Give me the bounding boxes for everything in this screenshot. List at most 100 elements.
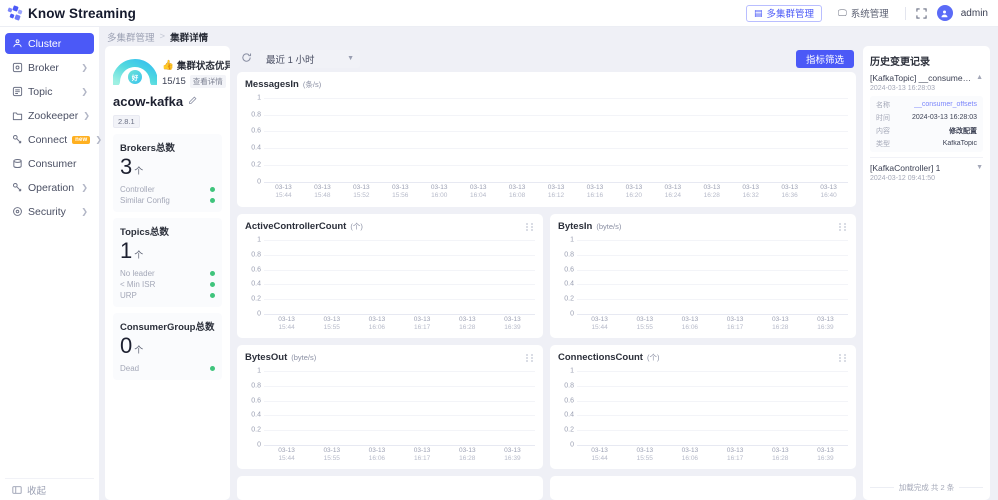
multi-cluster-button[interactable]: ▤ 多集群管理 bbox=[746, 4, 823, 22]
x-axis-tick: 03-13 15:55 bbox=[309, 316, 354, 332]
drag-handle-icon[interactable] bbox=[839, 353, 848, 362]
drag-handle-icon[interactable] bbox=[839, 222, 848, 231]
y-axis-tick: 0.6 bbox=[251, 127, 261, 135]
sidebar-item-operation[interactable]: Operation ❯ bbox=[5, 177, 94, 198]
health-gauge-badge: 好 bbox=[128, 70, 142, 84]
sidebar-item-label: Operation bbox=[28, 181, 75, 194]
zookeeper-icon bbox=[12, 110, 23, 121]
breadcrumb-separator: > bbox=[159, 31, 166, 42]
x-tick-date: 03-13 bbox=[817, 316, 834, 323]
charts-column: 最近 1 小时 ▼ 指标筛选 MessagesIn (条/s) 1 0.8 0.6 0… bbox=[237, 46, 856, 500]
y-axis-tick: 0.4 bbox=[251, 280, 261, 288]
sidebar-item-label: Zookeeper bbox=[28, 109, 79, 122]
divider-right bbox=[959, 487, 983, 488]
sidebar-collapse-button[interactable]: 收起 bbox=[5, 478, 94, 500]
gridline bbox=[577, 430, 848, 432]
drag-handle-icon[interactable] bbox=[526, 222, 535, 231]
breadcrumb-root[interactable]: 多集群管理 bbox=[107, 30, 155, 44]
x-tick-time: 16:17 bbox=[413, 455, 431, 462]
x-tick-date: 03-13 bbox=[508, 183, 526, 191]
history-detail-value[interactable]: __consumer_offsets bbox=[914, 101, 977, 108]
stat-detail-label: URP bbox=[120, 291, 137, 300]
sidebar-item-broker[interactable]: Broker ❯ bbox=[5, 57, 94, 78]
x-axis-tick: 03-13 16:32 bbox=[731, 184, 770, 200]
x-tick-time: 16:08 bbox=[508, 191, 526, 199]
x-tick-time: 16:28 bbox=[459, 324, 476, 331]
sidebar-item-label: Connect bbox=[28, 133, 68, 146]
history-entry-header[interactable]: [KafkaTopic] __consumer_off...▲ bbox=[870, 73, 983, 83]
x-axis-line bbox=[264, 314, 535, 315]
chart-title: ConnectionsCount bbox=[558, 352, 643, 363]
x-axis-tick: 03-13 16:39 bbox=[803, 447, 848, 463]
y-axis-tick: 0.4 bbox=[564, 280, 574, 288]
gridline bbox=[577, 240, 848, 241]
x-tick-date: 03-13 bbox=[504, 447, 521, 454]
x-axis-tick: 03-13 16:06 bbox=[354, 316, 399, 332]
chart-card-bytesin: BytesIn (byte/s) 1 0.8 0.6 0.4 0.2 0 03-13 15:4… bbox=[550, 214, 856, 338]
y-axis-tick: 0 bbox=[257, 178, 261, 186]
stat-card-title: Brokers总数 bbox=[120, 143, 175, 154]
gridline bbox=[264, 269, 535, 271]
x-axis: 03-13 15:44 03-13 15:55 03-13 16:06 03-13 16:17… bbox=[577, 316, 848, 332]
status-ok-icon bbox=[210, 282, 215, 287]
x-axis-tick: 03-13 15:55 bbox=[309, 447, 354, 463]
y-axis-tick: 0.4 bbox=[564, 411, 574, 419]
chart-card-activecontrollercount: ActiveControllerCount (个) 1 0.8 0.6 0.4 0.2 0… bbox=[237, 214, 543, 338]
history-entry-table: 名称 __consumer_offsets 时间 2024-03-13 16:28:0… bbox=[870, 96, 983, 152]
stat-detail-label: Dead bbox=[120, 364, 140, 373]
username-label: admin bbox=[960, 7, 988, 19]
history-detail-value: 修改配置 bbox=[949, 127, 977, 135]
metric-filter-button[interactable]: 指标筛选 bbox=[795, 49, 854, 68]
system-management-button[interactable]: 🖵 系统管理 bbox=[830, 5, 897, 22]
x-tick-time: 16:16 bbox=[586, 191, 604, 199]
chevron-down-icon[interactable]: ▼ bbox=[976, 163, 983, 171]
app-logo[interactable]: Know Streaming bbox=[7, 4, 136, 21]
sidebar-item-consumer[interactable]: Consumer bbox=[5, 153, 94, 174]
refresh-icon[interactable] bbox=[239, 52, 253, 66]
x-tick-date: 03-13 bbox=[586, 183, 604, 191]
pencil-icon[interactable] bbox=[188, 96, 197, 107]
sidebar-item-cluster[interactable]: Cluster bbox=[5, 33, 94, 54]
history-entry-header[interactable]: [KafkaController] 1 ▼ bbox=[870, 163, 983, 173]
x-tick-time: 16:17 bbox=[413, 324, 431, 331]
sidebar-item-topic[interactable]: Topic ❯ bbox=[5, 81, 94, 102]
chart-title: MessagesIn bbox=[245, 78, 299, 90]
stat-detail-label: No leader bbox=[120, 269, 155, 278]
history-entry[interactable]: [KafkaController] 1 ▼ 2024-03-12 09:41:50 bbox=[870, 163, 983, 182]
y-axis-tick: 0.2 bbox=[564, 426, 574, 434]
x-tick-time: 15:44 bbox=[278, 455, 295, 462]
x-axis-line bbox=[577, 314, 848, 315]
chart-unit: (个) bbox=[350, 222, 363, 231]
chevron-right-icon: ❯ bbox=[81, 63, 88, 72]
history-entry[interactable]: [KafkaTopic] __consumer_off...▲ 2024-03-1… bbox=[870, 73, 983, 152]
x-axis: 03-13 15:44 03-13 15:55 03-13 16:06 03-13 16:17… bbox=[577, 447, 848, 463]
sidebar-item-zookeeper[interactable]: Zookeeper ❯ bbox=[5, 105, 94, 126]
x-tick-time: 16:32 bbox=[742, 191, 759, 199]
sidebar-collapse-label: 收起 bbox=[27, 485, 47, 497]
x-tick-time: 16:24 bbox=[664, 191, 681, 199]
y-axis-tick: 0.6 bbox=[564, 397, 574, 405]
gridline bbox=[264, 114, 848, 116]
sidebar-item-security[interactable]: Security ❯ bbox=[5, 201, 94, 222]
x-tick-date: 03-13 bbox=[664, 183, 682, 191]
x-axis-tick: 03-13 16:17 bbox=[713, 316, 758, 332]
y-axis-tick: 0.2 bbox=[564, 295, 574, 303]
sidebar-item-connect[interactable]: Connect new ❯ bbox=[5, 129, 102, 150]
x-tick-date: 03-13 bbox=[703, 183, 721, 191]
drag-handle-icon[interactable] bbox=[526, 353, 535, 362]
health-detail-link[interactable]: 查看详情 bbox=[189, 75, 226, 88]
stat-card-0: Brokers总数 3 个 Controller Similar Config bbox=[113, 134, 222, 212]
x-axis-tick: 03-13 16:17 bbox=[400, 316, 445, 332]
status-ok-icon bbox=[210, 198, 215, 203]
x-tick-time: 16:06 bbox=[681, 455, 699, 462]
gridline bbox=[577, 284, 848, 286]
avatar[interactable] bbox=[936, 5, 953, 21]
fullscreen-icon[interactable] bbox=[914, 6, 929, 21]
time-range-select[interactable]: 最近 1 小时 ▼ bbox=[260, 49, 360, 68]
health-score-row: 15/15 查看详情 bbox=[162, 75, 230, 88]
stat-card-2: ConsumerGroup总数 0 个 Dead bbox=[113, 313, 222, 380]
stat-card-detail-row: Similar Config bbox=[120, 195, 215, 206]
x-axis-tick: 03-13 15:44 bbox=[264, 447, 309, 463]
x-tick-time: 16:28 bbox=[772, 455, 789, 462]
chevron-up-icon[interactable]: ▲ bbox=[976, 73, 983, 81]
